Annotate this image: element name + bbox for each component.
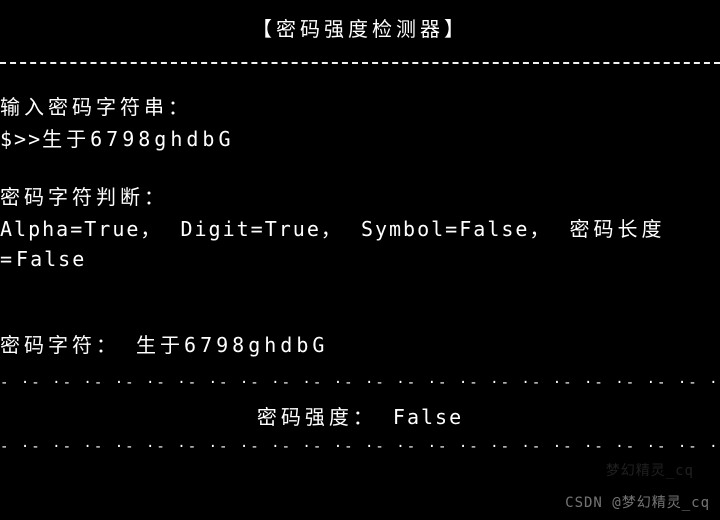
echo-section: 密码字符： 生于6798ghdbG bbox=[0, 330, 720, 360]
symbol-key: Symbol= bbox=[361, 217, 459, 241]
sep: ， bbox=[529, 217, 553, 241]
sep: ， bbox=[321, 217, 345, 241]
divider-top bbox=[0, 62, 720, 64]
watermark-faint: 梦幻精灵_cq bbox=[606, 461, 694, 482]
input-line: $>>生于6798ghdbG bbox=[0, 124, 720, 154]
echo-label: 密码字符： bbox=[0, 333, 120, 357]
digit-key: Digit= bbox=[180, 217, 264, 241]
watermark-main: CSDN @梦幻精灵_cq bbox=[565, 493, 710, 514]
echo-value: 生于6798ghdbG bbox=[136, 333, 328, 357]
judge-label: 密码字符判断： bbox=[0, 182, 720, 212]
digit-value: True bbox=[265, 217, 321, 241]
length-value: False bbox=[16, 247, 86, 271]
judge-section: 密码字符判断： Alpha=True， Digit=True， Symbol=F… bbox=[0, 182, 720, 274]
alpha-key: Alpha= bbox=[0, 217, 84, 241]
strength-value: False bbox=[393, 405, 463, 429]
strength-section: 密码强度： False bbox=[0, 402, 720, 432]
divider-dot-1: - ·- ·- ·- ·- ·- ·- ·- ·- ·- ·- ·- ·- ·-… bbox=[0, 376, 720, 390]
strength-label: 密码强度： bbox=[257, 405, 377, 429]
sep: ， bbox=[140, 217, 164, 241]
alpha-value: True bbox=[84, 217, 140, 241]
judge-results: Alpha=True， Digit=True， Symbol=False， 密码… bbox=[0, 214, 720, 274]
page-title: 【密码强度检测器】 bbox=[0, 0, 720, 44]
prompt-symbol: $>> bbox=[0, 127, 42, 151]
symbol-value: False bbox=[459, 217, 529, 241]
divider-dot-2: - ·- ·- ·- ·- ·- ·- ·- ·- ·- ·- ·- ·- ·-… bbox=[0, 440, 720, 454]
input-section: 输入密码字符串： $>>生于6798ghdbG bbox=[0, 92, 720, 154]
input-label: 输入密码字符串： bbox=[0, 92, 720, 122]
input-value: 生于6798ghdbG bbox=[42, 127, 234, 151]
